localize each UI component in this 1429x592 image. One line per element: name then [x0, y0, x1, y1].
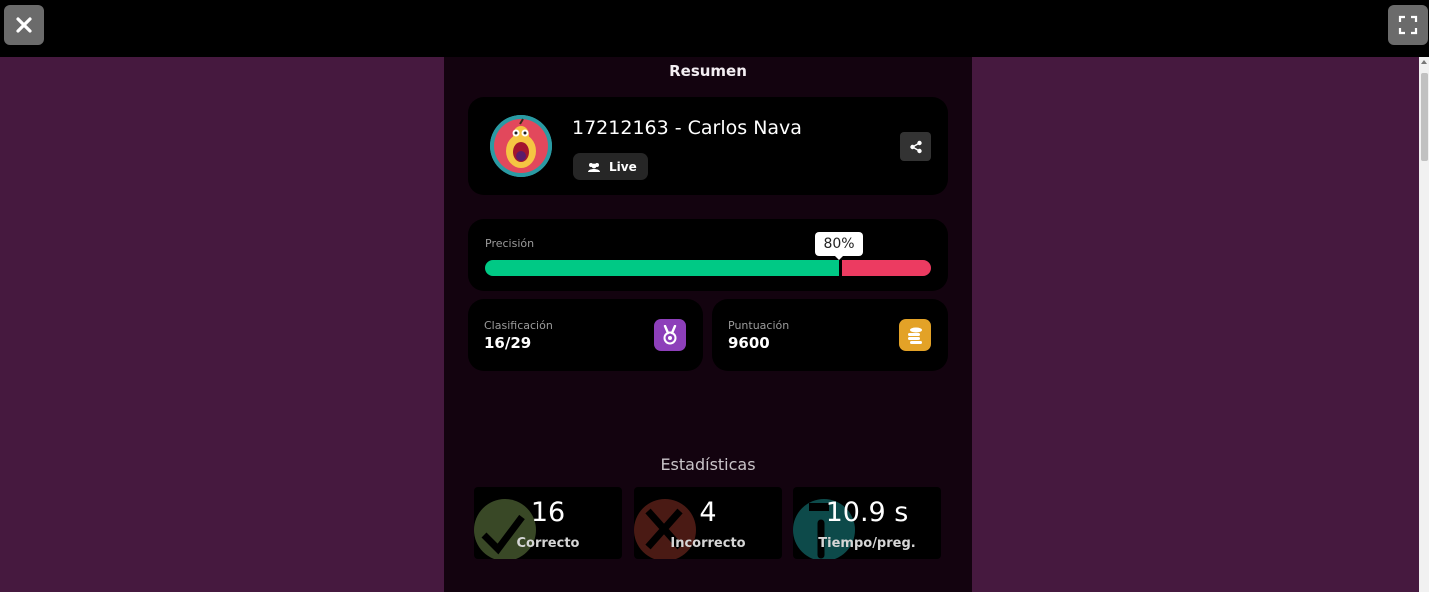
incorrect-count: 4	[699, 497, 717, 528]
fullscreen-button[interactable]	[1388, 5, 1428, 45]
accuracy-percent-tooltip: 80%	[815, 232, 863, 256]
ranking-label: Clasificación	[484, 319, 553, 332]
player-card: 17212163 - Carlos Nava Live	[468, 97, 948, 195]
mode-badge: Live	[573, 153, 648, 180]
accuracy-label: Precisión	[485, 237, 535, 250]
time-stat-card: 10.9 s Tiempo/preg.	[793, 487, 941, 559]
fullscreen-icon	[1398, 15, 1418, 35]
scrollbar-thumb[interactable]	[1421, 73, 1428, 161]
summary-panel: Resumen 17212163 - Carlos Nava Live Prec…	[444, 57, 972, 592]
accuracy-incorrect-fill	[842, 260, 931, 276]
share-icon	[909, 140, 922, 153]
coins-icon	[899, 319, 931, 351]
avatar	[490, 115, 552, 177]
player-name: 17212163 - Carlos Nava	[572, 117, 802, 139]
top-bar	[0, 0, 1429, 57]
summary-title: Resumen	[669, 62, 747, 80]
medal-icon	[654, 319, 686, 351]
ranking-value: 16/29	[484, 334, 532, 352]
accuracy-card: Precisión 80%	[468, 219, 948, 291]
close-button[interactable]	[4, 5, 44, 45]
statistics-title: Estadísticas	[660, 455, 756, 474]
correct-label: Correcto	[516, 536, 580, 551]
close-icon	[16, 17, 32, 33]
users-icon	[588, 162, 600, 172]
scroll-up-arrow[interactable]	[1421, 60, 1427, 64]
accuracy-bar	[485, 260, 931, 276]
time-per-question: 10.9 s	[825, 497, 909, 528]
accuracy-correct-fill	[485, 260, 839, 276]
incorrect-label: Incorrecto	[670, 536, 746, 551]
score-card: Puntuación 9600	[712, 299, 948, 371]
time-label: Tiempo/preg.	[818, 536, 916, 551]
ranking-card: Clasificación 16/29	[468, 299, 703, 371]
share-button[interactable]	[900, 132, 931, 161]
correct-stat-card: 16 Correcto	[474, 487, 622, 559]
score-label: Puntuación	[728, 319, 790, 332]
score-value: 9600	[728, 334, 770, 352]
mode-label: Live	[609, 159, 637, 174]
incorrect-stat-card: 4 Incorrecto	[634, 487, 782, 559]
correct-count: 16	[530, 497, 566, 528]
